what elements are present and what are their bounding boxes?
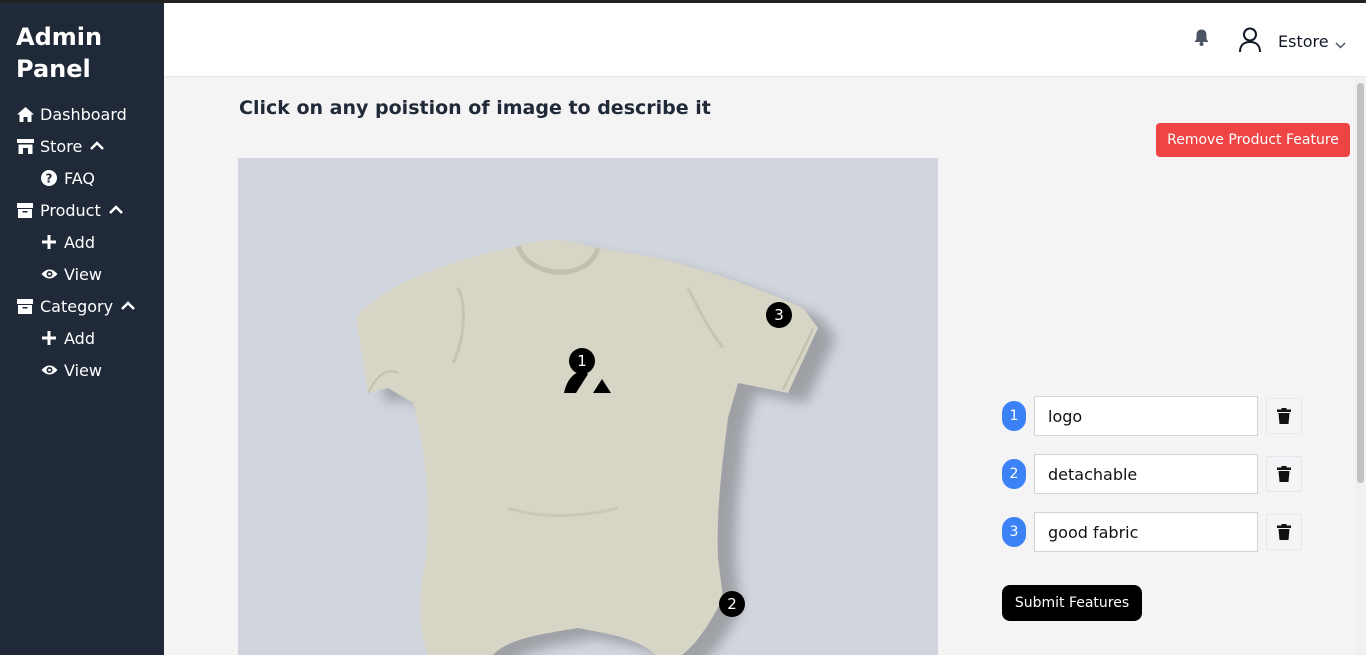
remove-product-feature-button[interactable]: Remove Product Feature bbox=[1156, 123, 1350, 157]
plus-icon bbox=[40, 329, 58, 347]
onesie-image bbox=[356, 240, 836, 655]
box-icon bbox=[16, 201, 34, 219]
sidebar-item-label: Dashboard bbox=[40, 104, 127, 124]
sidebar-item-label: FAQ bbox=[64, 168, 95, 188]
feature-description-input[interactable] bbox=[1034, 512, 1258, 552]
delete-feature-button[interactable] bbox=[1266, 398, 1302, 434]
question-circle-icon: ? bbox=[40, 169, 58, 187]
sidebar-item-category[interactable]: Category bbox=[16, 290, 164, 322]
submit-features-button[interactable]: Submit Features bbox=[1002, 585, 1142, 621]
top-bar: Estore bbox=[164, 3, 1366, 77]
page-instruction: Click on any poistion of image to descri… bbox=[239, 97, 711, 119]
sidebar-item-store[interactable]: Store bbox=[16, 130, 164, 162]
sidebar-item-label: Product bbox=[40, 200, 101, 220]
user-name[interactable]: Estore bbox=[1278, 32, 1329, 51]
sidebar-item-category-view[interactable]: View bbox=[16, 354, 164, 386]
user-icon[interactable] bbox=[1238, 27, 1262, 57]
eye-icon bbox=[40, 361, 58, 379]
chevron-down-icon[interactable] bbox=[1335, 34, 1346, 53]
scrollbar-thumb[interactable] bbox=[1357, 83, 1364, 483]
sidebar-item-product[interactable]: Product bbox=[16, 194, 164, 226]
feature-row: 1 bbox=[1002, 396, 1302, 436]
chevron-up-icon[interactable] bbox=[121, 301, 135, 311]
sidebar-item-label: Category bbox=[40, 296, 114, 316]
sidebar-item-label: View bbox=[64, 360, 102, 380]
delete-feature-button[interactable] bbox=[1266, 456, 1302, 492]
feature-marker-1[interactable]: 1 bbox=[569, 348, 595, 374]
brand-title: Admin Panel bbox=[16, 23, 103, 83]
bell-icon[interactable] bbox=[1194, 29, 1209, 50]
home-icon bbox=[16, 105, 34, 123]
trash-icon bbox=[1277, 408, 1291, 424]
sidebar-item-category-add[interactable]: Add bbox=[16, 322, 164, 354]
trash-icon bbox=[1277, 524, 1291, 540]
plus-icon bbox=[40, 233, 58, 251]
feature-description-input[interactable] bbox=[1034, 396, 1258, 436]
feature-marker-3[interactable]: 3 bbox=[766, 302, 792, 328]
feature-number-badge: 1 bbox=[1002, 401, 1026, 431]
feature-marker-2[interactable]: 2 bbox=[719, 591, 745, 617]
feature-description-input[interactable] bbox=[1034, 454, 1258, 494]
svg-text:?: ? bbox=[46, 172, 53, 186]
eye-icon bbox=[40, 265, 58, 283]
trash-icon bbox=[1277, 466, 1291, 482]
sidebar-item-faq[interactable]: ? FAQ bbox=[16, 162, 164, 194]
feature-number-badge: 2 bbox=[1002, 459, 1026, 489]
chevron-up-icon[interactable] bbox=[90, 141, 105, 151]
product-image[interactable]: 1 2 3 bbox=[238, 158, 938, 655]
sidebar: Admin Panel Dashboard Store ? FAQ Produc… bbox=[0, 3, 164, 655]
page-scrollbar[interactable] bbox=[1355, 77, 1366, 655]
feature-number-badge: 3 bbox=[1002, 517, 1026, 547]
sidebar-item-label: View bbox=[64, 264, 102, 284]
sidebar-item-label: Add bbox=[64, 232, 95, 252]
sidebar-item-dashboard[interactable]: Dashboard bbox=[16, 98, 164, 130]
sidebar-item-product-view[interactable]: View bbox=[16, 258, 164, 290]
chevron-up-icon[interactable] bbox=[108, 205, 123, 215]
feature-row: 3 bbox=[1002, 512, 1302, 552]
box-icon bbox=[16, 297, 34, 315]
sidebar-item-label: Store bbox=[40, 136, 83, 156]
delete-feature-button[interactable] bbox=[1266, 514, 1302, 550]
store-icon bbox=[16, 137, 34, 155]
feature-row: 2 bbox=[1002, 454, 1302, 494]
sidebar-item-label: Add bbox=[64, 328, 95, 348]
sidebar-item-product-add[interactable]: Add bbox=[16, 226, 164, 258]
